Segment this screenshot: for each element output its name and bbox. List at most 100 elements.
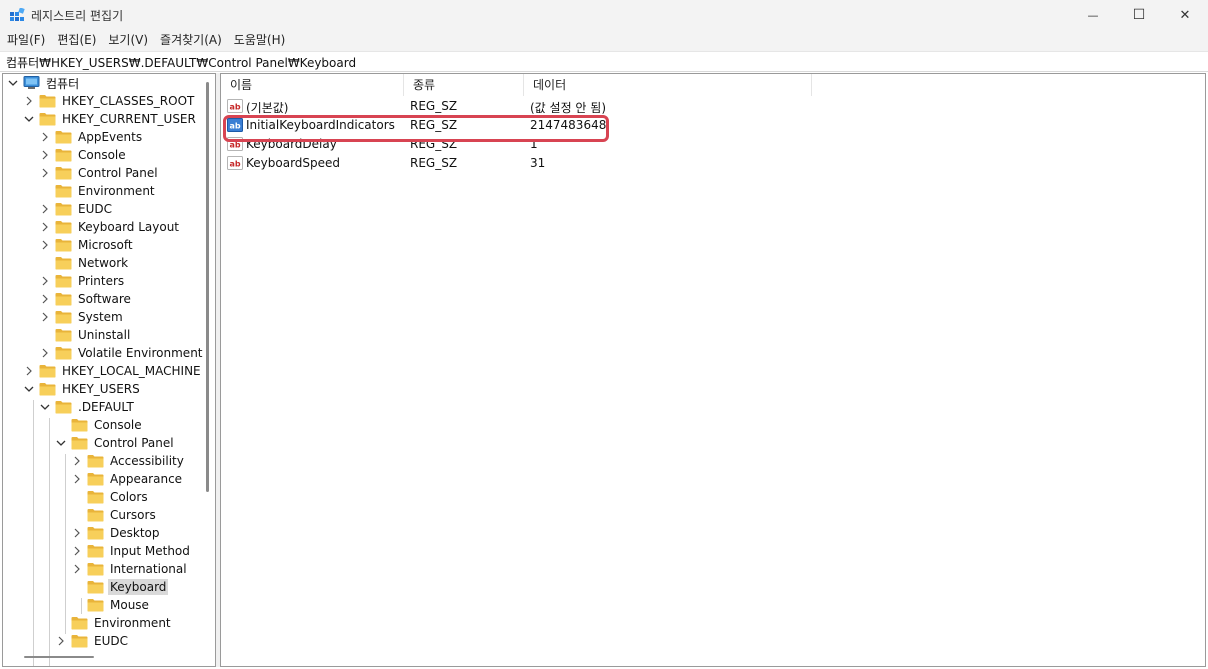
column-header-name[interactable]: 이름	[221, 74, 404, 96]
folder-icon	[55, 256, 72, 270]
tree-item-label: 컴퓨터	[46, 76, 80, 91]
folder-icon	[55, 130, 72, 144]
tree-item[interactable]: International	[71, 560, 189, 578]
address-bar[interactable]: 컴퓨터₩HKEY_USERS₩.DEFAULT₩Control Panel₩Ke…	[0, 51, 1208, 72]
tree-item[interactable]: Console	[55, 416, 144, 434]
tree-item-label: System	[78, 310, 123, 324]
tree-item-label: Cursors	[110, 508, 156, 522]
folder-icon	[87, 472, 104, 486]
folder-icon	[55, 346, 72, 360]
menu-favorites[interactable]: 즐겨찾기(A)	[153, 30, 227, 51]
tree-item[interactable]: Microsoft	[39, 236, 135, 254]
tree-item[interactable]: 컴퓨터	[7, 74, 81, 92]
chevron-right-icon[interactable]	[23, 362, 35, 380]
tree-item[interactable]: EUDC	[39, 200, 114, 218]
value-row[interactable]: ab (기본값) REG_SZ (값 설정 안 됨)	[221, 97, 821, 115]
value-data: (값 설정 안 됨)	[530, 101, 607, 115]
values-pane[interactable]: 이름 종류 데이터 ab (기본값) REG_SZ (값 설정 안 됨) ab Initi…	[220, 73, 1206, 667]
menu-edit[interactable]: 편집(E)	[50, 30, 101, 51]
chevron-down-icon[interactable]	[39, 398, 51, 416]
chevron-down-icon[interactable]	[55, 434, 67, 452]
tree-item[interactable]: Uninstall	[39, 326, 132, 344]
window-title: 레지스트리 편집기	[31, 9, 124, 23]
title-bar[interactable]: 레지스트리 편집기 — ☐ ✕	[0, 0, 1208, 30]
tree-item[interactable]: HKEY_CLASSES_ROOT	[23, 92, 196, 110]
svg-text:ab: ab	[229, 160, 240, 169]
key-tree-pane[interactable]: 컴퓨터 HKEY_CLASSES_ROOT HKEY_CURRENT_USER App…	[2, 73, 216, 667]
chevron-right-icon[interactable]	[55, 632, 67, 650]
column-header-data[interactable]: 데이터	[524, 74, 812, 96]
address-path[interactable]: 컴퓨터₩HKEY_USERS₩.DEFAULT₩Control Panel₩Ke…	[6, 54, 356, 71]
folder-icon	[39, 382, 56, 396]
tree-item[interactable]: Mouse	[71, 596, 151, 614]
chevron-right-icon[interactable]	[39, 272, 51, 290]
folder-icon	[87, 598, 104, 612]
folder-icon	[39, 364, 56, 378]
chevron-down-icon[interactable]	[7, 74, 19, 92]
tree-item[interactable]: .DEFAULT	[39, 398, 136, 416]
chevron-right-icon[interactable]	[39, 200, 51, 218]
chevron-right-icon[interactable]	[39, 218, 51, 236]
tree-item[interactable]: Control Panel	[55, 434, 176, 452]
tree-item[interactable]: Volatile Environment	[39, 344, 205, 362]
tree-item[interactable]: Software	[39, 290, 133, 308]
tree-item[interactable]: Appearance	[71, 470, 184, 488]
tree-item[interactable]: HKEY_USERS	[23, 380, 142, 398]
chevron-right-icon[interactable]	[39, 164, 51, 182]
tree-item-label: HKEY_CURRENT_USER	[62, 112, 196, 126]
maximize-icon: ☐	[1132, 7, 1146, 23]
tree-item[interactable]: Accessibility	[71, 452, 186, 470]
tree-item[interactable]: Console	[39, 146, 128, 164]
tree-item[interactable]: Keyboard Layout	[39, 218, 181, 236]
chevron-right-icon[interactable]	[23, 92, 35, 110]
tree-item[interactable]: Environment	[55, 614, 173, 632]
value-name: (기본값)	[246, 101, 289, 115]
chevron-right-icon[interactable]	[71, 470, 83, 488]
chevron-right-icon[interactable]	[39, 236, 51, 254]
chevron-right-icon[interactable]	[39, 128, 51, 146]
menu-help[interactable]: 도움말(H)	[227, 30, 291, 51]
chevron-right-icon[interactable]	[39, 290, 51, 308]
value-row[interactable]: ab KeyboardSpeed REG_SZ 31	[221, 154, 821, 172]
menu-file[interactable]: 파일(F)	[0, 30, 50, 51]
close-button[interactable]: ✕	[1162, 0, 1208, 30]
tree-horizontal-scrollbar[interactable]	[24, 656, 94, 658]
maximize-button[interactable]: ☐	[1116, 0, 1162, 30]
chevron-right-icon[interactable]	[39, 308, 51, 326]
folder-icon	[71, 436, 88, 450]
tree-item[interactable]: Keyboard	[71, 578, 169, 596]
svg-text:ab: ab	[229, 103, 240, 112]
chevron-right-icon[interactable]	[71, 452, 83, 470]
chevron-right-icon[interactable]	[39, 344, 51, 362]
tree-item[interactable]: Environment	[39, 182, 157, 200]
tree-item-label: Network	[78, 256, 129, 270]
chevron-down-icon[interactable]	[23, 110, 35, 128]
chevron-right-icon[interactable]	[39, 146, 51, 164]
tree-item-label: AppEvents	[78, 130, 143, 144]
minimize-button[interactable]: —	[1070, 0, 1116, 30]
tree-item[interactable]: Network	[39, 254, 130, 272]
tree-item[interactable]: Desktop	[71, 524, 162, 542]
value-type: REG_SZ	[410, 99, 458, 113]
tree-item[interactable]: System	[39, 308, 125, 326]
tree-item[interactable]: Cursors	[71, 506, 158, 524]
tree-vertical-scrollbar[interactable]	[206, 82, 209, 492]
chevron-down-icon[interactable]	[23, 380, 35, 398]
tree-item[interactable]: Input Method	[71, 542, 192, 560]
folder-icon	[55, 184, 72, 198]
menu-view[interactable]: 보기(V)	[101, 30, 153, 51]
folder-icon	[71, 634, 88, 648]
chevron-right-icon[interactable]	[71, 542, 83, 560]
tree-item[interactable]: AppEvents	[39, 128, 144, 146]
chevron-right-icon[interactable]	[71, 560, 83, 578]
chevron-right-icon[interactable]	[71, 524, 83, 542]
tree-item[interactable]: Control Panel	[39, 164, 160, 182]
tree-item[interactable]: EUDC	[55, 632, 130, 650]
tree-item[interactable]: Colors	[71, 488, 150, 506]
string-value-icon: ab	[227, 99, 243, 113]
tree-item[interactable]: Printers	[39, 272, 126, 290]
column-header-type[interactable]: 종류	[404, 74, 524, 96]
folder-icon	[87, 454, 104, 468]
tree-item[interactable]: HKEY_CURRENT_USER	[23, 110, 198, 128]
tree-item[interactable]: HKEY_LOCAL_MACHINE	[23, 362, 203, 380]
